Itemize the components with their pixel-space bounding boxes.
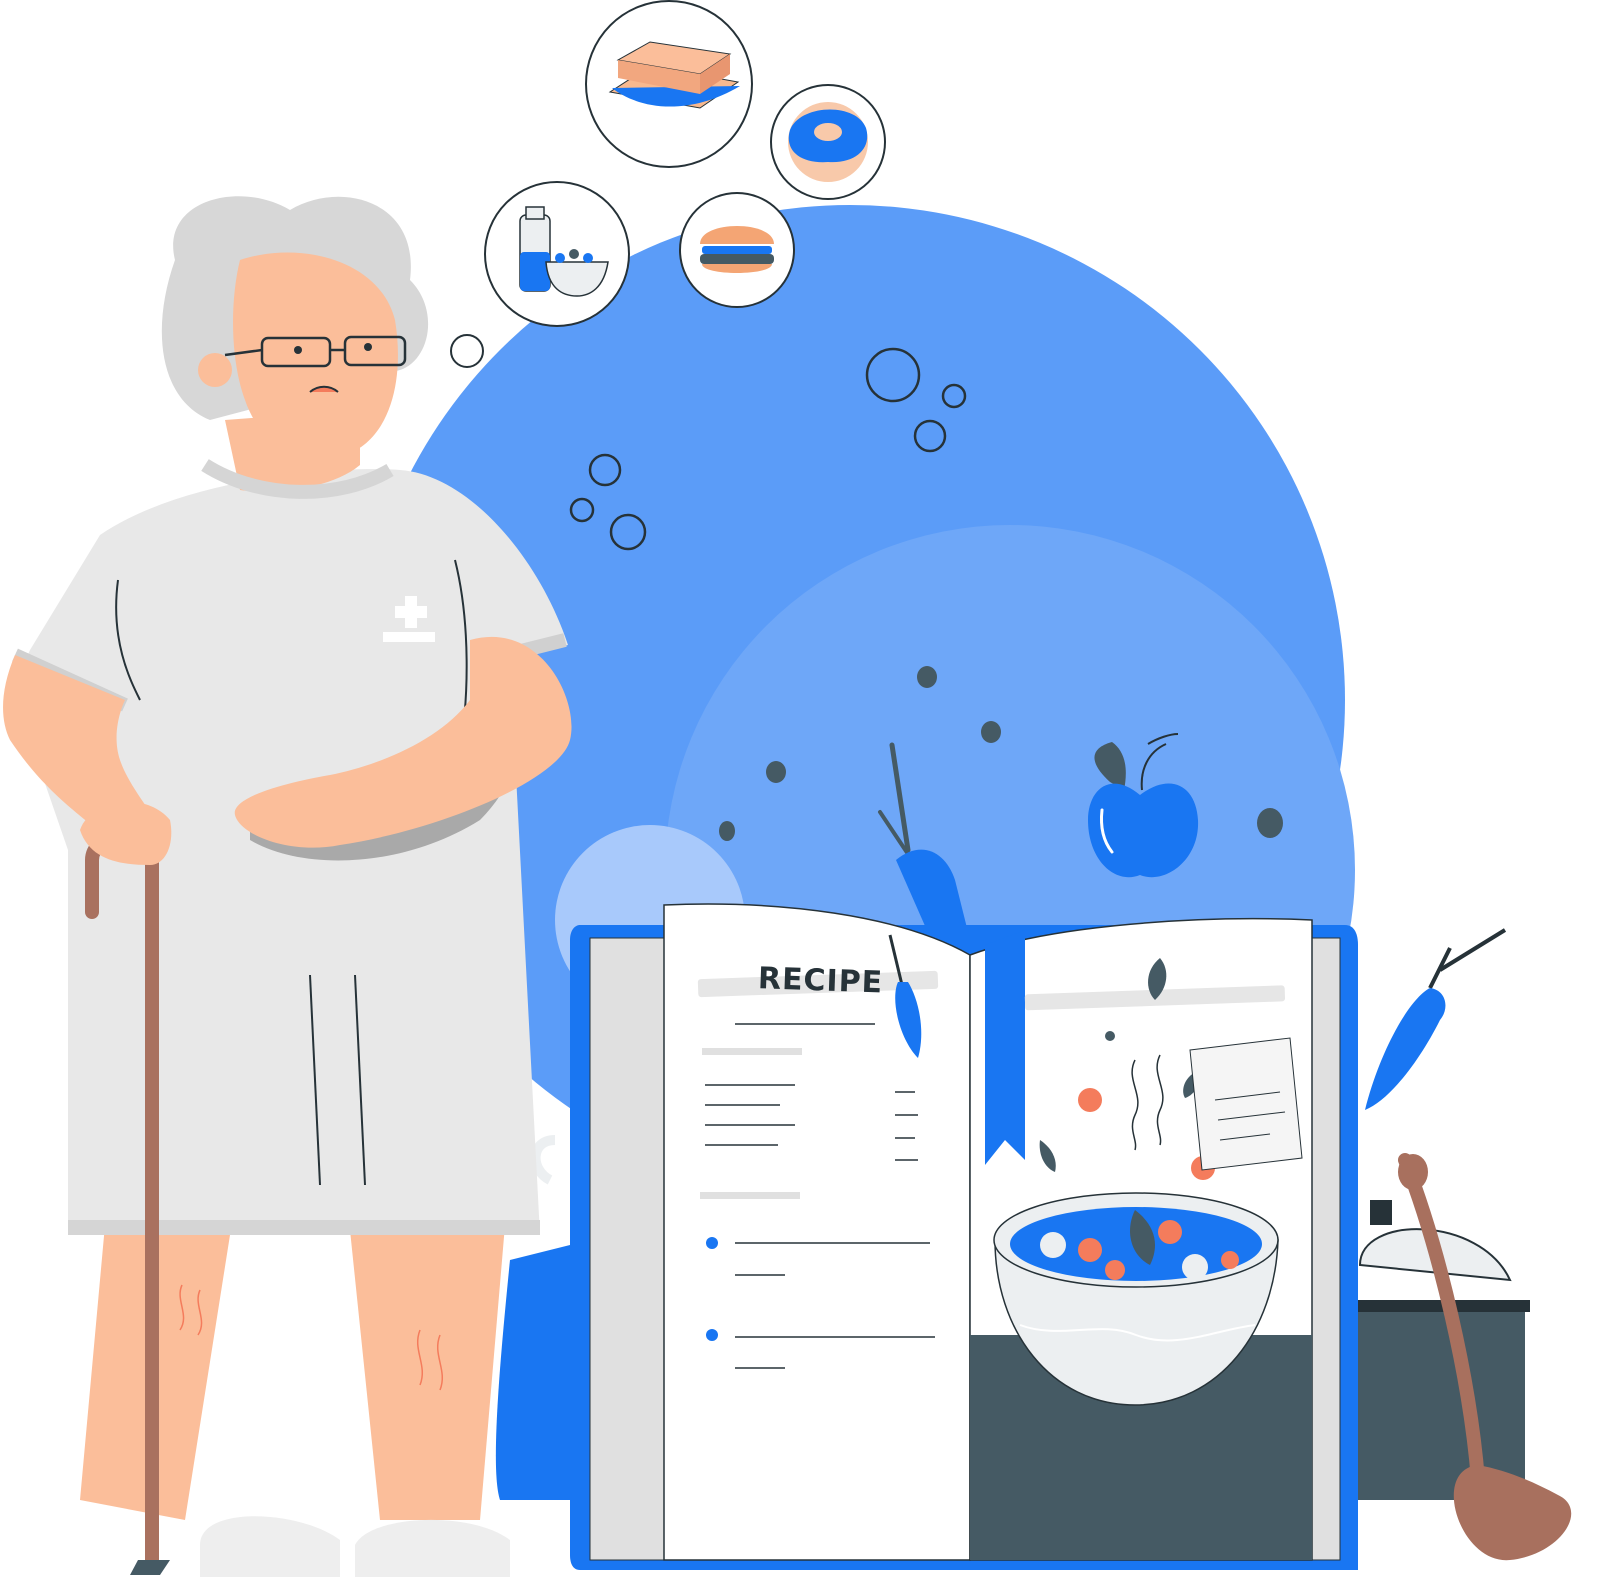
burger-thought [679,192,795,308]
bullet [706,1237,718,1249]
milk-and-bowl-thought [484,181,630,327]
bookmark-icon [985,930,1025,1165]
donut-icon [788,102,868,182]
notepad-icon [1189,1037,1303,1171]
recipe-heading: RECIPE [757,961,883,1000]
dot [719,821,735,841]
burger-icon [700,226,774,273]
thought-dot [450,334,484,368]
dot [766,761,786,783]
carrot-icon-right [1365,928,1507,1110]
sandwich-thought [585,0,753,168]
dot [981,721,1001,743]
donut-thought [770,84,886,200]
cookbook-illustration: RECIPE [3,0,1572,1577]
bullet [706,1329,718,1341]
recipe-book: RECIPE [570,903,1358,1570]
dot [1257,808,1283,838]
dot [917,666,937,688]
